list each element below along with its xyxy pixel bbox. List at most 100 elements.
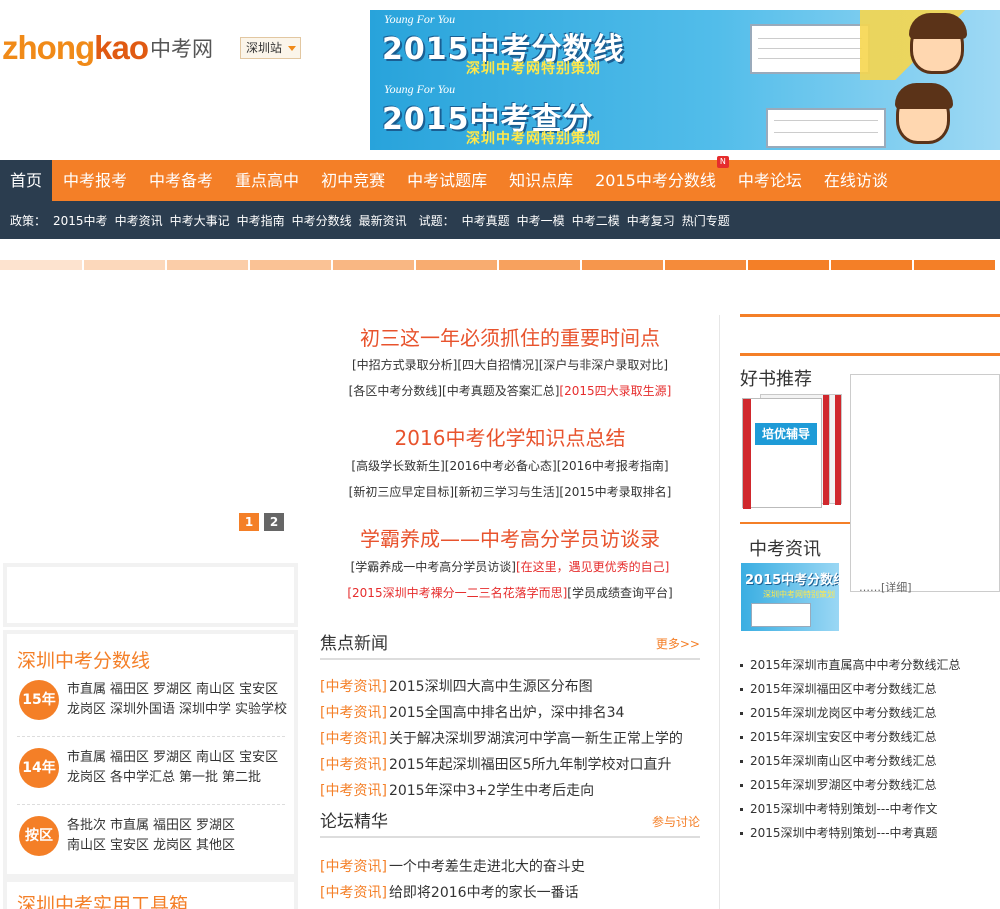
subnav-link[interactable]: 热门专题: [682, 212, 730, 229]
nav-item-home[interactable]: 首页: [0, 160, 53, 201]
news-item[interactable]: [中考资讯] 2015全国高中排名出炉，深中排名34: [320, 702, 700, 722]
subnav-link[interactable]: 中考指南: [237, 212, 285, 229]
score-link[interactable]: 罗湖区: [153, 750, 192, 765]
score-box-title[interactable]: 深圳中考分数线: [17, 646, 150, 673]
subnav-link[interactable]: 中考真题: [462, 212, 510, 229]
side-list-item[interactable]: 2015年深圳宝安区中考分数线汇总: [740, 728, 937, 745]
detail-link[interactable]: ……[详细]: [859, 579, 912, 595]
news-category[interactable]: [中考资讯]: [320, 783, 387, 799]
tag-link[interactable]: [四大自招情况]: [457, 358, 538, 372]
score-link[interactable]: 各中学汇总: [110, 770, 175, 785]
score-link[interactable]: 其他区: [196, 838, 235, 853]
forum-item[interactable]: [中考资讯] 给即将2016中考的家长一番话: [320, 882, 700, 902]
subnav-link[interactable]: 最新资讯: [359, 212, 407, 229]
forum-category[interactable]: [中考资讯]: [320, 859, 387, 875]
site-switch-dropdown[interactable]: 深圳站: [240, 37, 301, 59]
tools-box-title[interactable]: 深圳中考实用工具箱: [17, 890, 188, 909]
subnav-link[interactable]: 中考大事记: [170, 212, 230, 229]
score-link[interactable]: 南山区: [67, 838, 106, 853]
news-title[interactable]: 2015年起深圳福田区5所九年制学校对口直升: [389, 757, 672, 773]
tag-link[interactable]: [中考真题及答案汇总]: [442, 384, 559, 398]
score-link[interactable]: 市直属: [110, 818, 149, 833]
nav-item-competition[interactable]: 初中竞赛: [310, 160, 396, 201]
score-link[interactable]: 宝安区: [239, 750, 278, 765]
nav-item-apply[interactable]: 中考报考: [52, 160, 138, 201]
forum-post-title[interactable]: 给即将2016中考的家长一番话: [389, 885, 579, 901]
banner-score-line[interactable]: Young For You 2015中考分数线 深圳中考网特别策划: [370, 10, 1000, 80]
news-title[interactable]: 2015深圳四大高中生源区分布图: [389, 679, 593, 695]
side-list-item[interactable]: 2015深圳中考特别策划---中考作文: [740, 800, 938, 817]
side-list-item[interactable]: 2015年深圳南山区中考分数线汇总: [740, 752, 937, 769]
book-cover[interactable]: 培优辅导: [742, 394, 846, 509]
score-link[interactable]: 宝安区: [110, 838, 149, 853]
nav-item-prepare[interactable]: 中考备考: [138, 160, 224, 201]
tag-link[interactable]: [各区中考分数线]: [349, 384, 442, 398]
score-link[interactable]: 实验学校: [235, 702, 287, 717]
score-link[interactable]: 宝安区: [239, 682, 278, 697]
score-link[interactable]: 龙岗区: [67, 702, 106, 717]
tag-link[interactable]: [新初三学习与生活]: [454, 485, 559, 499]
side-list-item[interactable]: 2015年深圳罗湖区中考分数线汇总: [740, 776, 937, 793]
tag-link-highlight[interactable]: [2015四大录取生源]: [559, 384, 671, 398]
news-item[interactable]: [中考资讯] 2015深圳四大高中生源区分布图: [320, 676, 700, 696]
nav-item-question-bank[interactable]: 中考试题库: [396, 160, 498, 201]
site-logo[interactable]: zhong kao 中考网: [2, 28, 213, 68]
score-link[interactable]: 市直属: [67, 750, 106, 765]
news-item[interactable]: [中考资讯] 关于解决深圳罗湖滨河中学高一新生正常上学的: [320, 728, 700, 748]
nav-item-knowledge[interactable]: 知识点库: [498, 160, 584, 201]
side-list-item[interactable]: 2015年深圳龙岗区中考分数线汇总: [740, 704, 937, 721]
subnav-link[interactable]: 中考一模: [517, 212, 565, 229]
carousel-page-2[interactable]: 2: [264, 513, 284, 531]
subnav-link[interactable]: 中考资讯: [115, 212, 163, 229]
more-link[interactable]: 更多>>: [656, 635, 700, 652]
tag-link-highlight[interactable]: [在这里，遇见更优秀的自己]: [516, 560, 669, 574]
score-link[interactable]: 龙岗区: [153, 838, 192, 853]
banner-score-query[interactable]: Young For You 2015中考查分 深圳中考网特别策划: [370, 80, 1000, 150]
score-link[interactable]: 第一批: [179, 770, 218, 785]
tag-link[interactable]: [2016中考必备心态]: [445, 459, 557, 473]
tag-link[interactable]: [学霸养成一中考高分学员访谈]: [351, 560, 516, 574]
join-discussion-link[interactable]: 参与讨论: [652, 813, 700, 830]
news-title[interactable]: 2015全国高中排名出炉，深中排名34: [389, 705, 624, 721]
score-link[interactable]: 深圳外国语: [110, 702, 175, 717]
score-link[interactable]: 福田区: [110, 682, 149, 697]
tag-link-highlight[interactable]: [2015深圳中考裸分一二三名花落学而思]: [347, 586, 567, 600]
side-list-item[interactable]: 2015深圳中考特别策划---中考真题: [740, 824, 938, 841]
tag-link[interactable]: [2015中考录取排名]: [559, 485, 671, 499]
news-title[interactable]: 关于解决深圳罗湖滨河中学高一新生正常上学的: [389, 731, 683, 747]
subnav-link[interactable]: 2015中考: [53, 212, 108, 229]
tag-link[interactable]: [学员成绩查询平台]: [567, 586, 672, 600]
news-category[interactable]: [中考资讯]: [320, 705, 387, 721]
nav-item-forum[interactable]: 中考论坛: [727, 160, 813, 201]
forum-item[interactable]: [中考资讯] 一个中考差生走进北大的奋斗史: [320, 856, 700, 876]
side-list-item[interactable]: 2015年深圳市直属高中中考分数线汇总: [740, 656, 961, 673]
side-list-item[interactable]: 2015年深圳福田区中考分数线汇总: [740, 680, 937, 697]
score-link[interactable]: 龙岗区: [67, 770, 106, 785]
news-item[interactable]: [中考资讯] 2015年深中3+2学生中考后走向: [320, 780, 700, 800]
score-link[interactable]: 市直属: [67, 682, 106, 697]
tag-link[interactable]: [新初三应早定目标]: [349, 485, 454, 499]
tag-link[interactable]: [深户与非深户录取对比]: [539, 358, 668, 372]
headline-1[interactable]: 初三这一年必须抓住的重要时间点: [320, 322, 700, 351]
nav-item-key-highschool[interactable]: 重点高中: [224, 160, 310, 201]
score-link[interactable]: 深圳中学: [179, 702, 231, 717]
score-link[interactable]: 各批次: [67, 818, 106, 833]
carousel-page-1[interactable]: 1: [239, 513, 259, 531]
headline-3[interactable]: 学霸养成——中考高分学员访谈录: [320, 523, 700, 552]
headline-2[interactable]: 2016中考化学知识点总结: [320, 422, 700, 451]
score-link[interactable]: 罗湖区: [196, 818, 235, 833]
score-link[interactable]: 罗湖区: [153, 682, 192, 697]
score-link[interactable]: 第二批: [222, 770, 261, 785]
nav-item-score-line[interactable]: 2015中考分数线 N: [584, 156, 729, 201]
nav-item-interview[interactable]: 在线访谈: [813, 160, 899, 201]
score-link[interactable]: 福田区: [153, 818, 192, 833]
score-link[interactable]: 南山区: [196, 750, 235, 765]
tag-link[interactable]: [中招方式录取分析]: [352, 358, 457, 372]
subnav-link[interactable]: 中考复习: [627, 212, 675, 229]
news-category[interactable]: [中考资讯]: [320, 731, 387, 747]
forum-category[interactable]: [中考资讯]: [320, 885, 387, 901]
news-category[interactable]: [中考资讯]: [320, 679, 387, 695]
score-link[interactable]: 福田区: [110, 750, 149, 765]
tag-link[interactable]: [2016中考报考指南]: [557, 459, 669, 473]
subnav-link[interactable]: 中考分数线: [292, 212, 352, 229]
